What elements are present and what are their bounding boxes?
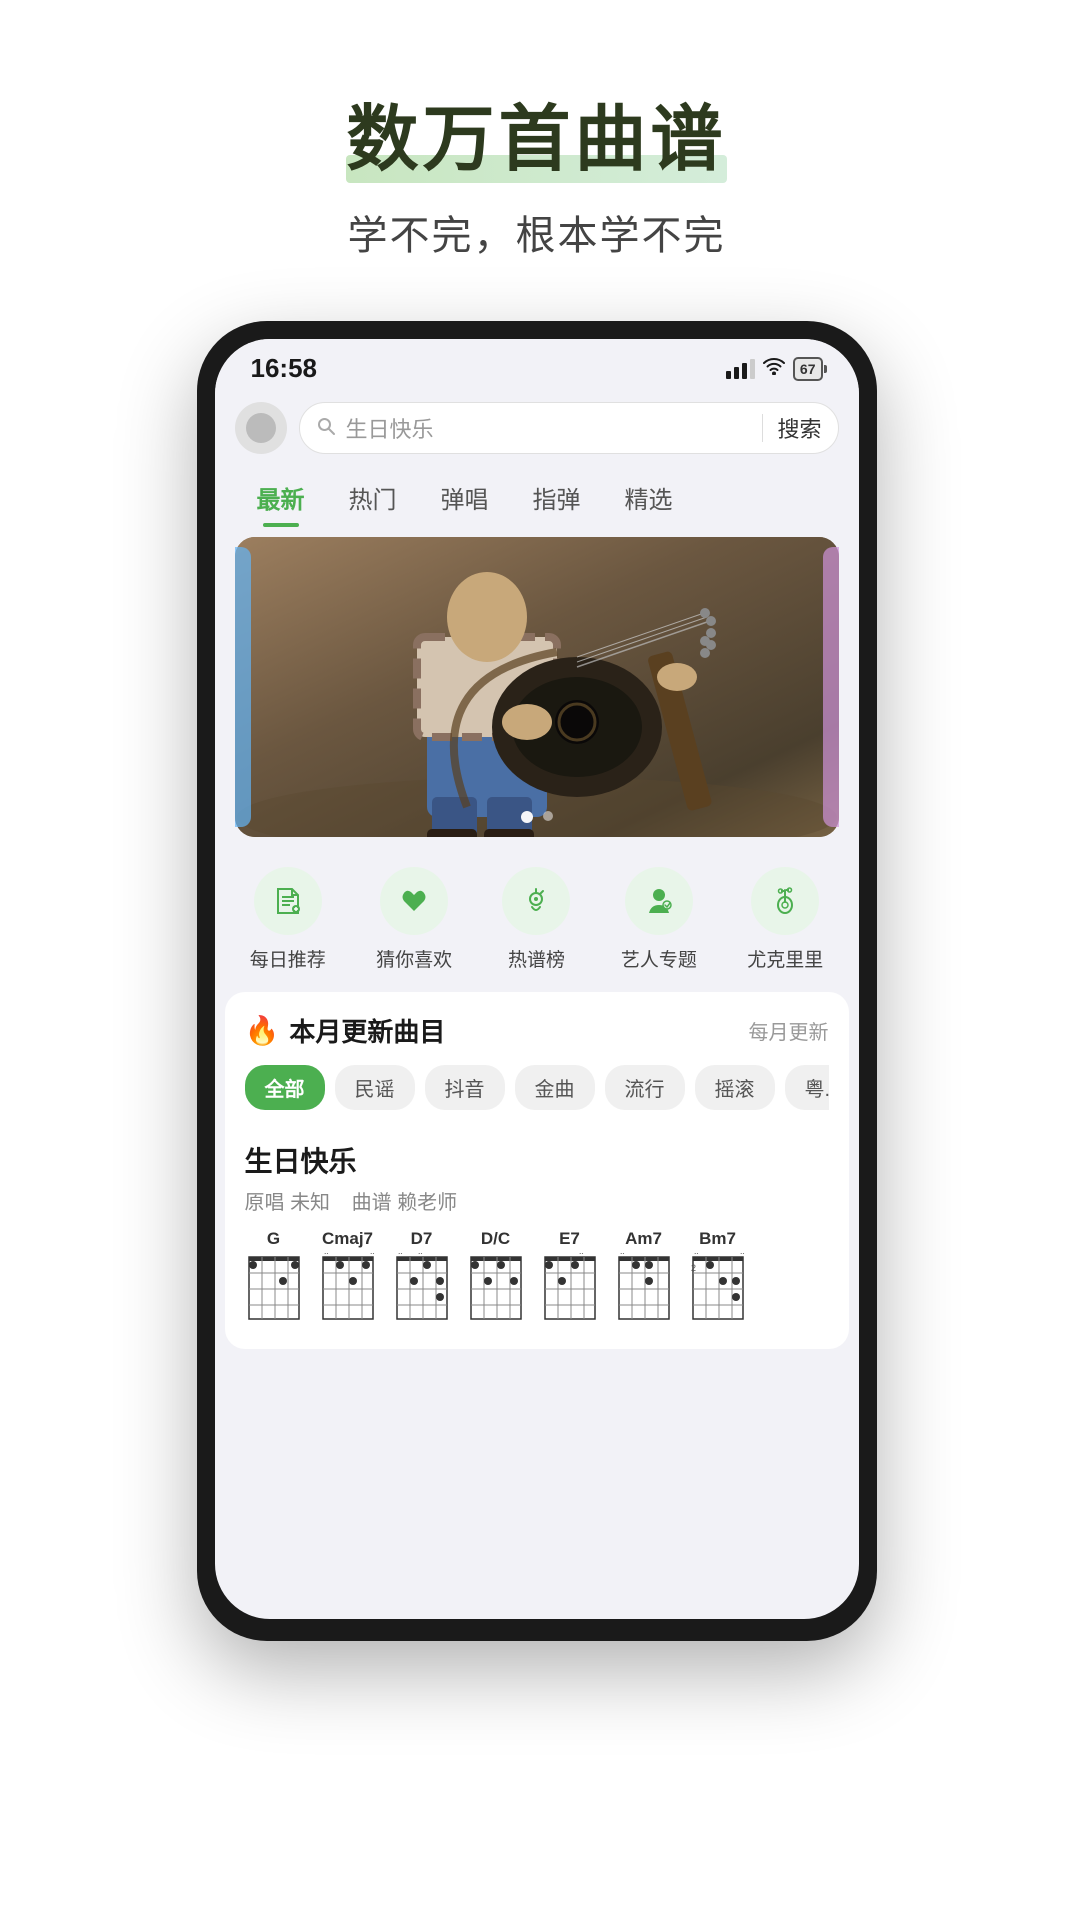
banner-peek-right [823, 547, 839, 827]
chord-D7: D7 [393, 1229, 451, 1323]
svg-text:×: × [418, 1253, 423, 1257]
guitar-scene-svg [235, 537, 839, 837]
song-original-singer: 未知 [290, 1192, 330, 1214]
wifi-icon [763, 357, 785, 381]
chord-row: G [245, 1229, 829, 1323]
tab-featured[interactable]: 精选 [603, 472, 695, 527]
category-tabs: 最新 热门 弹唱 指弹 精选 [215, 464, 859, 527]
svg-text:×: × [740, 1253, 745, 1257]
tab-latest[interactable]: 最新 [235, 472, 327, 527]
svg-text:×: × [398, 1253, 403, 1257]
monthly-section: 🔥 本月更新曲目 每月更新 全部 民谣 抖音 金曲 流行 摇滚 粤... [225, 992, 849, 1349]
user-avatar[interactable] [235, 402, 287, 454]
qa-hot-label: 热谱榜 [508, 945, 565, 972]
tab-strum[interactable]: 弹唱 [419, 472, 511, 527]
svg-text:2: 2 [691, 1263, 696, 1273]
chord-Am7: Am7 [615, 1229, 673, 1323]
search-bar[interactable]: 生日快乐 搜索 [299, 402, 839, 454]
qa-artist-special[interactable]: 艺人专题 [621, 867, 697, 972]
svg-text:×: × [579, 1253, 584, 1257]
filter-all[interactable]: 全部 [245, 1065, 325, 1110]
banner-wrapper [235, 537, 839, 837]
tab-hot[interactable]: 热门 [327, 472, 419, 527]
banner-peek-left [235, 547, 251, 827]
filter-pop[interactable]: 流行 [605, 1065, 685, 1110]
song-meta: 原唱 未知 曲谱 赖老师 [245, 1186, 829, 1215]
phone-frame: 16:58 [197, 321, 877, 1641]
filter-tags: 全部 民谣 抖音 金曲 流行 摇滚 粤... [245, 1065, 829, 1110]
song-card[interactable]: 生日快乐 原唱 未知 曲谱 赖老师 G [245, 1130, 829, 1333]
artist-icon [625, 867, 693, 935]
section-more[interactable]: 每月更新 [749, 1016, 829, 1045]
qa-hot-chart[interactable]: 热谱榜 [502, 867, 570, 972]
qa-recommend-label: 猜你喜欢 [376, 945, 452, 972]
qa-daily-recommend[interactable]: 每日推荐 [250, 867, 326, 972]
search-divider [762, 414, 763, 442]
filter-cantonese[interactable]: 粤... [785, 1065, 829, 1110]
section-title: 🔥 本月更新曲目 [245, 1012, 446, 1049]
svg-text:×: × [370, 1253, 375, 1257]
hero-subtitle: 学不完，根本学不完 [348, 203, 726, 261]
quick-actions: 每日推荐 猜你喜欢 [215, 847, 859, 982]
song-transcriber: 赖老师 [397, 1192, 457, 1214]
status-icons: 67 [726, 357, 823, 381]
svg-text:×: × [694, 1253, 699, 1257]
ukulele-icon [751, 867, 819, 935]
filter-gold[interactable]: 金曲 [515, 1065, 595, 1110]
signal-icon [726, 359, 755, 379]
search-area: 生日快乐 搜索 [215, 390, 859, 464]
phone-mockup: 16:58 [197, 321, 877, 1641]
song-title: 生日快乐 [245, 1140, 829, 1180]
chord-G: G [245, 1229, 303, 1323]
search-placeholder-text: 生日快乐 [346, 412, 749, 444]
svg-text:×: × [620, 1253, 625, 1257]
hot-chart-icon [502, 867, 570, 935]
chord-Bm7: Bm7 2 [689, 1229, 747, 1323]
banner-area [215, 527, 859, 847]
status-bar: 16:58 [215, 339, 859, 390]
search-button[interactable]: 搜索 [777, 412, 821, 444]
qa-recommend-for-you[interactable]: 猜你喜欢 [376, 867, 452, 972]
filter-rock[interactable]: 摇滚 [695, 1065, 775, 1110]
status-time: 16:58 [251, 353, 318, 384]
filter-folk[interactable]: 民谣 [335, 1065, 415, 1110]
hero-title-wrapper: 数万首曲谱 [346, 80, 726, 185]
banner-dots [521, 811, 553, 823]
section-header: 🔥 本月更新曲目 每月更新 [245, 1012, 829, 1049]
hero-title: 数万首曲谱 [346, 80, 726, 185]
filter-douyin[interactable]: 抖音 [425, 1065, 505, 1110]
qa-artist-label: 艺人专题 [621, 945, 697, 972]
recommend-icon [380, 867, 448, 935]
qa-ukulele[interactable]: 尤克里里 [747, 867, 823, 972]
banner-dot-2[interactable] [543, 811, 553, 821]
hero-section: 数万首曲谱 学不完，根本学不完 [0, 0, 1073, 301]
fire-icon: 🔥 [245, 1014, 280, 1047]
daily-recommend-icon [254, 867, 322, 935]
chord-Cmaj7: Cmaj7 [319, 1229, 377, 1323]
qa-ukulele-label: 尤克里里 [747, 945, 823, 972]
banner-image[interactable] [235, 537, 839, 837]
qa-daily-label: 每日推荐 [250, 945, 326, 972]
chord-E7: E7 [541, 1229, 599, 1323]
banner-dot-1[interactable] [521, 811, 533, 823]
search-icon [316, 416, 336, 441]
chord-DC: D/C [467, 1229, 525, 1323]
phone-screen: 16:58 [215, 339, 859, 1619]
tab-fingerpick[interactable]: 指弹 [511, 472, 603, 527]
svg-text:×: × [324, 1253, 329, 1257]
battery-icon: 67 [793, 357, 823, 381]
